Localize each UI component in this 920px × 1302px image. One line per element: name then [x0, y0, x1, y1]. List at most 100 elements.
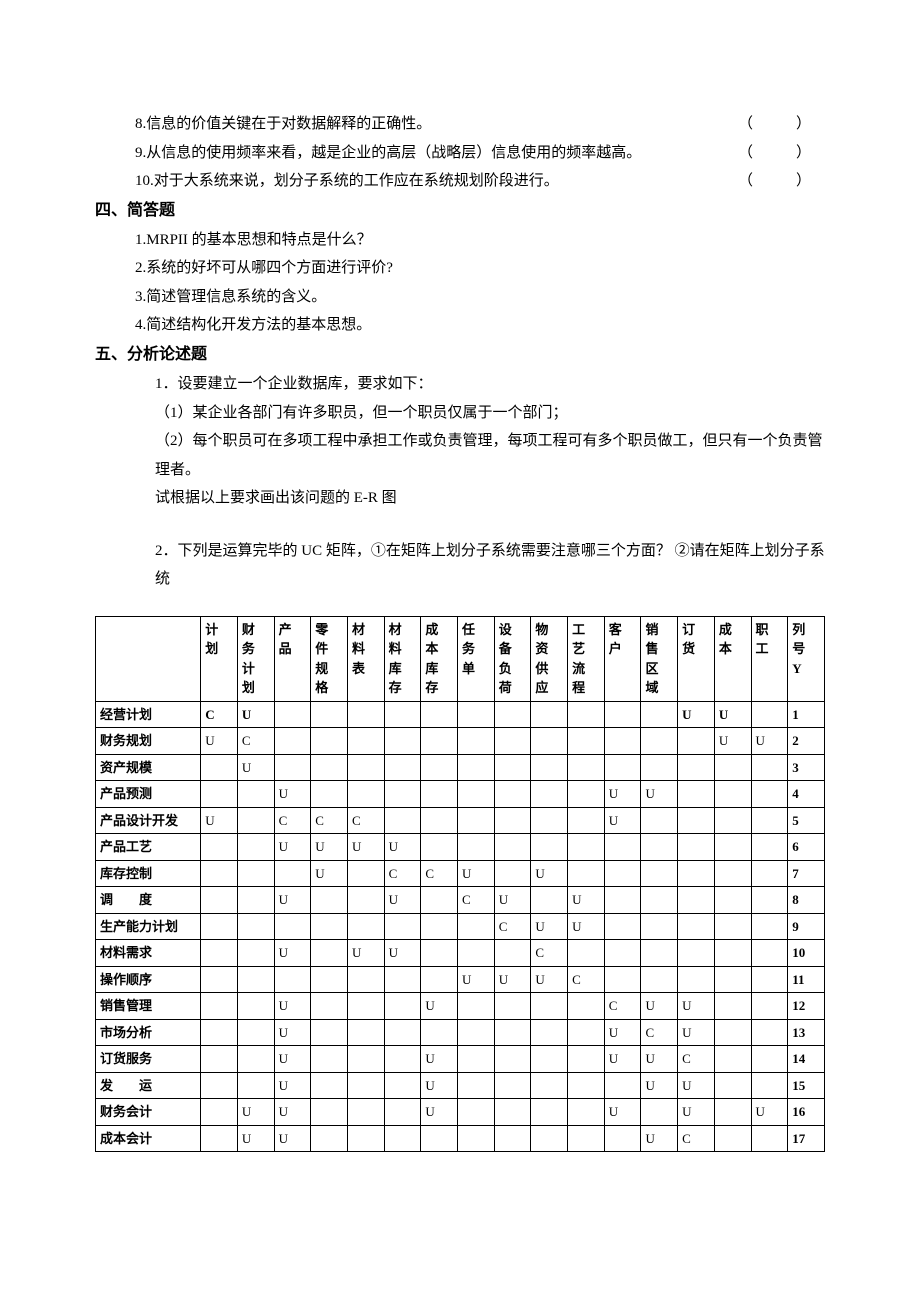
uc-cell: U: [458, 966, 495, 993]
uc-cell: [201, 1099, 238, 1126]
uc-cell: U: [678, 1099, 715, 1126]
uc-cell: [347, 966, 384, 993]
uc-cell: U: [384, 940, 421, 967]
uc-cell: U: [421, 993, 458, 1020]
uc-cell: [311, 781, 348, 808]
tf-paren: （ ）: [738, 110, 825, 139]
uc-cell: [678, 754, 715, 781]
uc-cell: [714, 913, 751, 940]
uc-cell: U: [237, 701, 274, 728]
uc-cell: [311, 1046, 348, 1073]
uc-cell: [311, 1099, 348, 1126]
uc-cell: U: [714, 728, 751, 755]
uc-cell: [714, 1019, 751, 1046]
uc-cell: [347, 1099, 384, 1126]
uc-header: 计划 财务计划 产品 零件规格 材料表 材料库存 成本库存 任务单 设备负荷 物…: [96, 616, 825, 701]
uc-cell: 1: [788, 701, 825, 728]
uc-cell: [604, 701, 641, 728]
uc-cell: [568, 1125, 605, 1152]
uc-cell: [714, 1072, 751, 1099]
uc-cell: [531, 754, 568, 781]
uc-cell: U: [531, 860, 568, 887]
uc-cell: [531, 1072, 568, 1099]
uc-cell: [237, 913, 274, 940]
uc-cell: [604, 754, 641, 781]
uc-cell: [568, 860, 605, 887]
uc-cell: [237, 834, 274, 861]
uc-row: 订货服务UUUUC14: [96, 1046, 825, 1073]
uc-col-h: 物资供应: [531, 616, 568, 701]
uc-cell: [751, 887, 788, 914]
uc-cell: [568, 781, 605, 808]
uc-cell: 12: [788, 993, 825, 1020]
uc-cell: [421, 728, 458, 755]
uc-cell: [311, 1019, 348, 1046]
uc-cell: 9: [788, 913, 825, 940]
uc-cell: [201, 966, 238, 993]
uc-cell: [458, 807, 495, 834]
uc-cell: [641, 887, 678, 914]
uc-cell: U: [274, 940, 311, 967]
uc-cell: [421, 1019, 458, 1046]
uc-cell: U: [274, 1046, 311, 1073]
uc-cell: [384, 807, 421, 834]
uc-cell: U: [274, 781, 311, 808]
uc-row-head: 资产规模: [96, 754, 201, 781]
uc-cell: U: [347, 834, 384, 861]
uc-cell: [604, 1125, 641, 1152]
uc-cell: U: [604, 1019, 641, 1046]
uc-cell: [714, 860, 751, 887]
uc-cell: U: [604, 1099, 641, 1126]
uc-cell: [347, 754, 384, 781]
uc-cell: U: [237, 1099, 274, 1126]
uc-cell: [347, 728, 384, 755]
uc-cell: [531, 887, 568, 914]
uc-cell: [201, 913, 238, 940]
uc-cell: U: [678, 701, 715, 728]
section4-heading: 四、简答题: [95, 196, 825, 226]
uc-cell: [384, 1125, 421, 1152]
q1-line: 1．设要建立一个企业数据库，要求如下：: [95, 370, 825, 399]
tf-paren: （ ）: [738, 139, 825, 168]
uc-row-head: 操作顺序: [96, 966, 201, 993]
uc-cell: [568, 807, 605, 834]
uc-row-head: 材料需求: [96, 940, 201, 967]
uc-cell: [604, 834, 641, 861]
uc-col-h: 设备负荷: [494, 616, 531, 701]
uc-cell: [384, 1019, 421, 1046]
uc-cell: U: [568, 887, 605, 914]
uc-cell: U: [274, 1019, 311, 1046]
uc-cell: [714, 834, 751, 861]
tf-item: 9.从信息的使用频率来看，越是企业的高层（战略层）信息使用的频率越高。 （ ）: [95, 139, 825, 168]
uc-cell: [531, 1125, 568, 1152]
uc-col-h: 计划: [201, 616, 238, 701]
uc-cell: [714, 1046, 751, 1073]
uc-cell: [568, 1019, 605, 1046]
uc-cell: [384, 1072, 421, 1099]
uc-cell: [384, 728, 421, 755]
uc-cell: 7: [788, 860, 825, 887]
uc-cell: U: [604, 807, 641, 834]
uc-cell: U: [384, 887, 421, 914]
uc-cell: U: [641, 1125, 678, 1152]
uc-cell: 13: [788, 1019, 825, 1046]
uc-cell: [384, 966, 421, 993]
uc-cell: [641, 1099, 678, 1126]
uc-cell: U: [494, 887, 531, 914]
uc-cell: [458, 1125, 495, 1152]
uc-cell: [458, 701, 495, 728]
uc-cell: U: [568, 913, 605, 940]
uc-cell: [751, 1046, 788, 1073]
uc-cell: U: [201, 728, 238, 755]
uc-cell: [384, 1046, 421, 1073]
uc-cell: [714, 993, 751, 1020]
uc-cell: C: [384, 860, 421, 887]
uc-cell: [751, 781, 788, 808]
uc-col-h: 销售区域: [641, 616, 678, 701]
uc-cell: [751, 1019, 788, 1046]
uc-cell: [237, 993, 274, 1020]
uc-cell: [531, 834, 568, 861]
uc-row-head: 产品预测: [96, 781, 201, 808]
uc-cell: [274, 913, 311, 940]
uc-cell: [201, 834, 238, 861]
